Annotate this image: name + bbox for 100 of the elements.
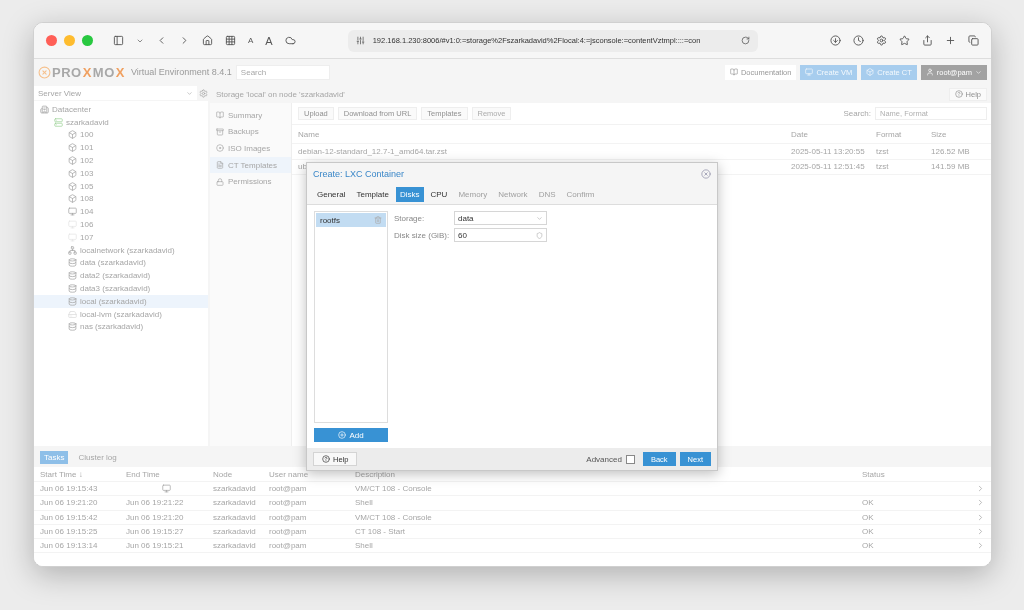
tree-item[interactable]: szarkadavid (34, 115, 208, 129)
wizard-tab[interactable]: Disks (395, 187, 424, 202)
nav-item[interactable]: ISO Images (210, 140, 291, 157)
column-header[interactable]: Description (349, 469, 856, 479)
close-icon[interactable] (701, 169, 711, 179)
tree-item[interactable]: 103 (34, 167, 208, 180)
caret-icon (186, 89, 193, 97)
wizard-tab[interactable]: CPU (426, 187, 452, 202)
disc-icon (216, 144, 224, 153)
table-cell-text: szarkadavid (212, 484, 257, 494)
table-cell-text: 141.59 MB (930, 162, 971, 172)
page-settings-icon[interactable] (355, 36, 365, 45)
disk-size-field[interactable]: 60 (454, 228, 547, 242)
caret-icon (536, 214, 543, 222)
template-icon (216, 161, 224, 170)
tree-item[interactable]: data (szarkadavid) (34, 256, 208, 270)
nav-item[interactable]: CT Templates (210, 156, 291, 174)
nav-item[interactable]: Summary (210, 107, 291, 124)
tree-item[interactable]: nas (szarkadavid) (34, 320, 208, 334)
column-header[interactable]: Status (856, 469, 964, 479)
table-cell-text: Jun 06 19:15:43 (39, 484, 99, 494)
add-button[interactable]: Add (314, 428, 388, 442)
column-header[interactable]: User name (263, 469, 349, 479)
container-icon (68, 168, 77, 178)
clock-icon[interactable] (853, 35, 864, 46)
tab[interactable]: Tasks (40, 451, 69, 464)
tree-item[interactable]: 101 (34, 141, 208, 155)
home-icon[interactable] (202, 35, 213, 46)
table-cell-text: szarkadavid (212, 527, 257, 537)
column-header[interactable]: Node (207, 469, 263, 479)
container-icon (68, 143, 77, 153)
monitor-icon (68, 220, 77, 230)
column-header[interactable]: Format (870, 129, 925, 139)
share-icon[interactable] (922, 35, 933, 46)
table-cell-text: root@pam (268, 498, 308, 508)
console-icon[interactable] (162, 484, 171, 494)
text-larger-button[interactable]: A (265, 34, 273, 47)
field-label: Storage: (394, 213, 426, 223)
tree-item[interactable]: local-lvm (szarkadavid) (34, 307, 208, 321)
column-header[interactable]: Size (925, 129, 991, 139)
column-header[interactable]: End Time (120, 469, 207, 479)
container-icon (68, 156, 77, 166)
logo: PROXMOX (38, 64, 125, 80)
tabs-icon[interactable] (968, 35, 979, 46)
column-header[interactable]: Date (785, 129, 870, 139)
server-icon (54, 117, 63, 127)
tree-item[interactable]: 106 (34, 218, 208, 231)
storage-icon (68, 322, 77, 332)
tree-item[interactable]: 108 (34, 192, 208, 206)
logo-icon (38, 65, 51, 79)
reload-icon[interactable] (740, 36, 750, 45)
wizard-tab[interactable]: Template (352, 187, 393, 202)
tree-item[interactable]: 105 (34, 179, 208, 193)
storage-icon (68, 309, 77, 319)
table-cell-text: VM/CT 108 - Console (354, 484, 433, 494)
nav-item[interactable]: Backups (210, 123, 291, 141)
maximize-icon[interactable] (82, 35, 93, 46)
table-cell-text: Jun 06 19:21:20 (39, 498, 99, 508)
table-cell-text: root@pam (268, 484, 308, 494)
download-icon[interactable] (830, 35, 841, 46)
advanced-checkbox[interactable] (625, 454, 635, 464)
tree-item[interactable]: 100 (34, 128, 208, 142)
search-field[interactable]: Search (235, 64, 330, 80)
tree-item[interactable]: 102 (34, 154, 208, 167)
sidebar-icon[interactable] (113, 35, 124, 46)
view-select[interactable]: Server View (34, 86, 197, 100)
nav-item[interactable]: Permissions (210, 173, 291, 190)
help-icon (954, 90, 963, 98)
close-icon[interactable] (46, 35, 57, 46)
grid-icon[interactable] (225, 35, 236, 46)
tree-item[interactable]: data2 (szarkadavid) (34, 269, 208, 283)
tree-item[interactable]: data3 (szarkadavid) (34, 282, 208, 295)
table-cell-text: 126.52 MB (930, 146, 971, 156)
new-tab-icon[interactable] (945, 35, 956, 46)
column-header[interactable]: Name (292, 129, 785, 139)
tree-item[interactable]: localnetwork (szarkadavid) (34, 243, 208, 257)
tree-item[interactable]: Datacenter (34, 103, 208, 116)
column-header[interactable]: Start Time ↓ (34, 469, 120, 479)
cloud-icon[interactable] (284, 35, 296, 46)
lock-icon (216, 177, 224, 186)
table-cell-text: root@pam (268, 527, 308, 537)
tree-item[interactable]: 107 (34, 230, 208, 244)
monitor-icon (68, 232, 77, 242)
settings-icon[interactable] (876, 35, 887, 46)
table-cell-text: debian-12-standard_12.7-1_amd64.tar.zst (297, 146, 448, 156)
wizard-tab[interactable]: General (313, 187, 350, 202)
text-smaller-button[interactable]: A (248, 36, 254, 45)
star-icon[interactable] (899, 35, 910, 46)
disk-item[interactable]: rootfs (316, 213, 386, 227)
monitor-icon (68, 207, 77, 217)
table-cell-text: Jun 06 19:15:42 (39, 512, 99, 522)
tab[interactable]: Cluster log (74, 451, 121, 464)
storage-icon (68, 271, 77, 281)
table-cell-text: root@pam (268, 541, 308, 551)
tree-item[interactable]: local (szarkadavid) (34, 294, 208, 308)
panel-title: Storage 'local' on node 'szarkadavid' (216, 89, 345, 99)
tree-item[interactable]: 104 (34, 205, 208, 219)
dialog-title: Create: LXC Container (313, 169, 405, 179)
storage-select[interactable]: data (454, 211, 547, 225)
table-cell-text: tzst (875, 162, 890, 172)
